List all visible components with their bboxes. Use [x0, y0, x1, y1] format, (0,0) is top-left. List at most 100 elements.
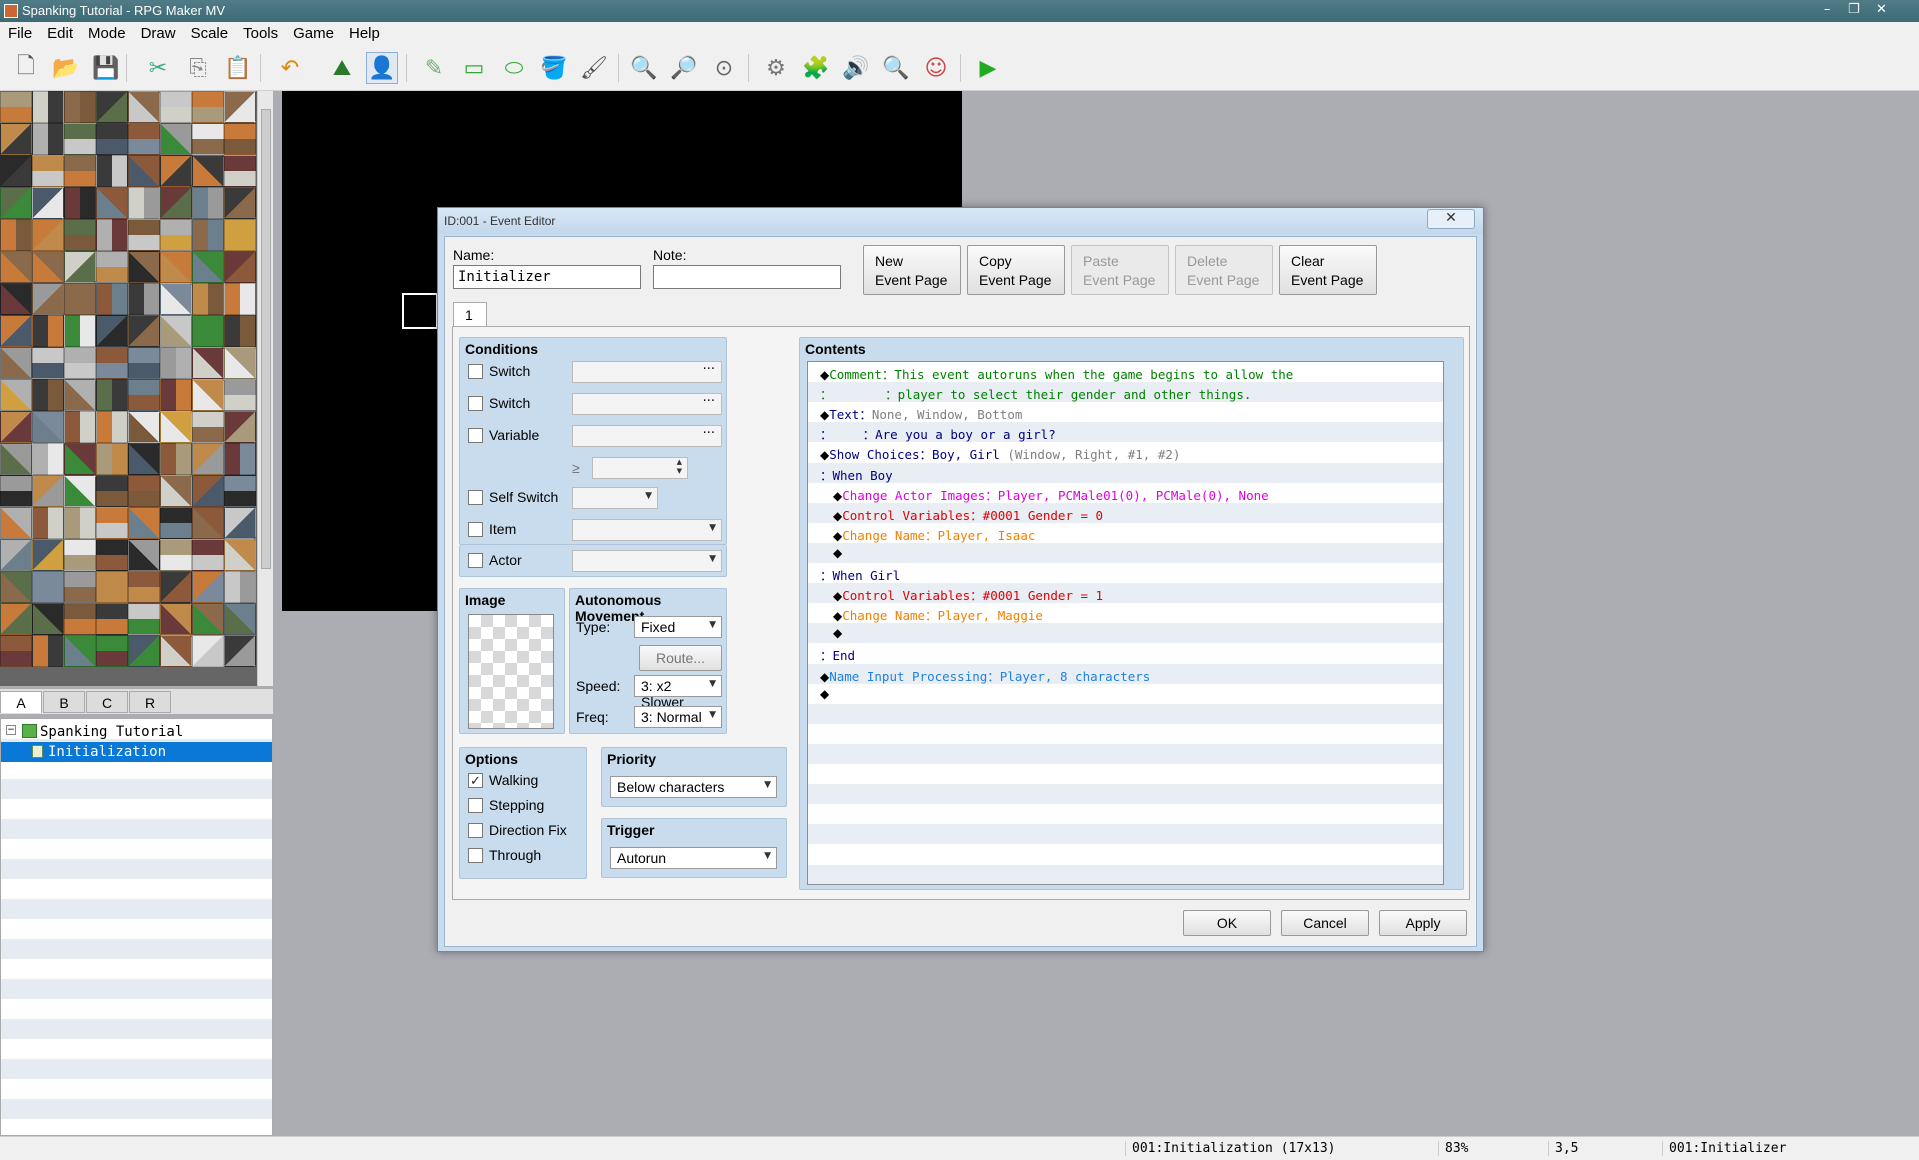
cut-icon[interactable]: ✂ [142, 52, 174, 84]
tileset-tile[interactable] [32, 219, 64, 251]
tileset-tile[interactable] [32, 155, 64, 187]
tileset-tab-c[interactable]: C [86, 691, 128, 713]
tileset-tile[interactable] [192, 603, 224, 635]
variable-select[interactable]: ··· [572, 425, 722, 447]
cancel-button[interactable]: Cancel [1281, 910, 1369, 936]
tileset-tile[interactable] [64, 347, 96, 379]
tileset-tile[interactable] [128, 443, 160, 475]
event-command-row[interactable] [808, 784, 1443, 805]
event-command-row[interactable] [808, 743, 1443, 764]
tileset-tile[interactable] [32, 475, 64, 507]
variable-value-spinner[interactable]: ▲ ▼ [592, 457, 688, 479]
tileset-tile[interactable] [160, 475, 192, 507]
event-command-row[interactable]: ◆Name Input Processing：Player, 8 charact… [808, 663, 1443, 684]
tileset-tile[interactable] [96, 539, 128, 571]
event-command-row[interactable]: ◆ [808, 542, 1443, 563]
tileset-tile[interactable] [64, 123, 96, 155]
tileset-tile[interactable] [128, 379, 160, 411]
zoom-in-icon[interactable]: 🔍 [628, 52, 660, 84]
tileset-tile[interactable] [32, 187, 64, 219]
tileset-tile[interactable] [224, 155, 256, 187]
tileset-tile[interactable] [160, 571, 192, 603]
scrollbar-thumb[interactable] [261, 109, 271, 569]
event-command-row[interactable]: ： ：Are you a boy or a girl? [808, 422, 1443, 443]
tree-map-item[interactable]: Initialization [1, 742, 272, 762]
tileset-tile[interactable] [64, 443, 96, 475]
tileset-tile[interactable] [224, 443, 256, 475]
tileset-tile[interactable] [0, 603, 32, 635]
tileset-tab-b[interactable]: B [43, 691, 85, 713]
tileset-tile[interactable] [192, 283, 224, 315]
through-checkbox[interactable] [468, 848, 483, 863]
character-generator-icon[interactable]: ☺ [920, 52, 952, 84]
tileset-tile[interactable] [128, 411, 160, 443]
plugin-manager-icon[interactable]: 🧩 [800, 52, 832, 84]
tileset-tile[interactable] [32, 379, 64, 411]
tileset-tile[interactable] [96, 187, 128, 219]
event-command-row[interactable] [808, 824, 1443, 845]
event-command-row[interactable]: ◆Change Name：Player, Isaac [808, 523, 1443, 543]
tileset-tile[interactable] [96, 123, 128, 155]
menu-help[interactable]: Help [349, 22, 380, 42]
event-searcher-icon[interactable]: 🔍 [880, 52, 912, 84]
tileset-tile[interactable] [96, 251, 128, 283]
tileset-tile[interactable] [64, 219, 96, 251]
tileset-tile[interactable] [0, 283, 32, 315]
tileset-tile[interactable] [32, 635, 64, 667]
tileset-tile[interactable] [160, 251, 192, 283]
tileset-tile[interactable] [160, 155, 192, 187]
tileset-tile[interactable] [96, 603, 128, 635]
flood-fill-icon[interactable]: 🪣 [538, 52, 570, 84]
trigger-select[interactable]: Autorun ▼ [610, 847, 777, 869]
tileset-tile[interactable] [128, 635, 160, 667]
tileset-tile[interactable] [96, 635, 128, 667]
stepping-checkbox[interactable] [468, 798, 483, 813]
event-image-preview[interactable] [468, 614, 554, 729]
event-command-row[interactable]: ◆Comment：This event autoruns when the ga… [808, 362, 1443, 382]
movement-type-select[interactable]: Fixed ▼ [634, 616, 722, 638]
tileset-tile[interactable] [96, 219, 128, 251]
tileset-palette[interactable] [0, 91, 257, 686]
paste-icon[interactable]: 📋 [222, 52, 254, 84]
switch1-select[interactable]: ··· [572, 361, 722, 383]
event-command-row[interactable]: ◆Control Variables：#0001 Gender = 1 [808, 583, 1443, 604]
copy-event-page-button[interactable]: Copy Event Page [967, 245, 1065, 295]
tileset-tile[interactable] [160, 187, 192, 219]
event-command-row[interactable]: ◆Control Variables：#0001 Gender = 0 [808, 502, 1443, 523]
tileset-tile[interactable] [192, 635, 224, 667]
tileset-tile[interactable] [32, 315, 64, 347]
self-switch-select[interactable]: ▼ [572, 487, 658, 509]
tileset-tile[interactable] [192, 123, 224, 155]
event-command-row[interactable]: ：When Boy [808, 462, 1443, 483]
event-command-row[interactable] [808, 703, 1443, 724]
event-command-row[interactable]: ◆Change Name：Player, Maggie [808, 603, 1443, 623]
tileset-tile[interactable] [0, 379, 32, 411]
tileset-scrollbar[interactable] [257, 91, 273, 686]
tileset-grid[interactable] [0, 91, 257, 686]
tileset-tile[interactable] [224, 283, 256, 315]
tileset-tile[interactable] [0, 571, 32, 603]
event-command-row[interactable]: ◆Text：None, Window, Bottom [808, 402, 1443, 422]
tileset-tile[interactable] [0, 251, 32, 283]
spin-down-icon[interactable]: ▼ [677, 467, 682, 475]
tileset-tile[interactable] [64, 571, 96, 603]
tileset-tile[interactable] [192, 571, 224, 603]
tileset-tile[interactable] [192, 443, 224, 475]
tileset-tile[interactable] [224, 123, 256, 155]
tileset-tile[interactable] [0, 475, 32, 507]
tileset-tile[interactable] [128, 315, 160, 347]
new-project-icon[interactable]: 🗋 [10, 52, 42, 84]
copy-icon[interactable]: ⎘ [182, 52, 214, 84]
zoom-out-icon[interactable]: 🔎 [668, 52, 700, 84]
tileset-tile[interactable] [96, 443, 128, 475]
tileset-tile[interactable] [192, 155, 224, 187]
event-command-row[interactable] [808, 724, 1443, 744]
tileset-tile[interactable] [64, 315, 96, 347]
event-command-row[interactable] [808, 844, 1443, 864]
tileset-tile[interactable] [160, 123, 192, 155]
ok-button[interactable]: OK [1183, 910, 1271, 936]
tileset-tile[interactable] [0, 219, 32, 251]
tileset-tile[interactable] [160, 539, 192, 571]
actual-size-icon[interactable]: ⊙ [708, 52, 740, 84]
tileset-tile[interactable] [0, 411, 32, 443]
